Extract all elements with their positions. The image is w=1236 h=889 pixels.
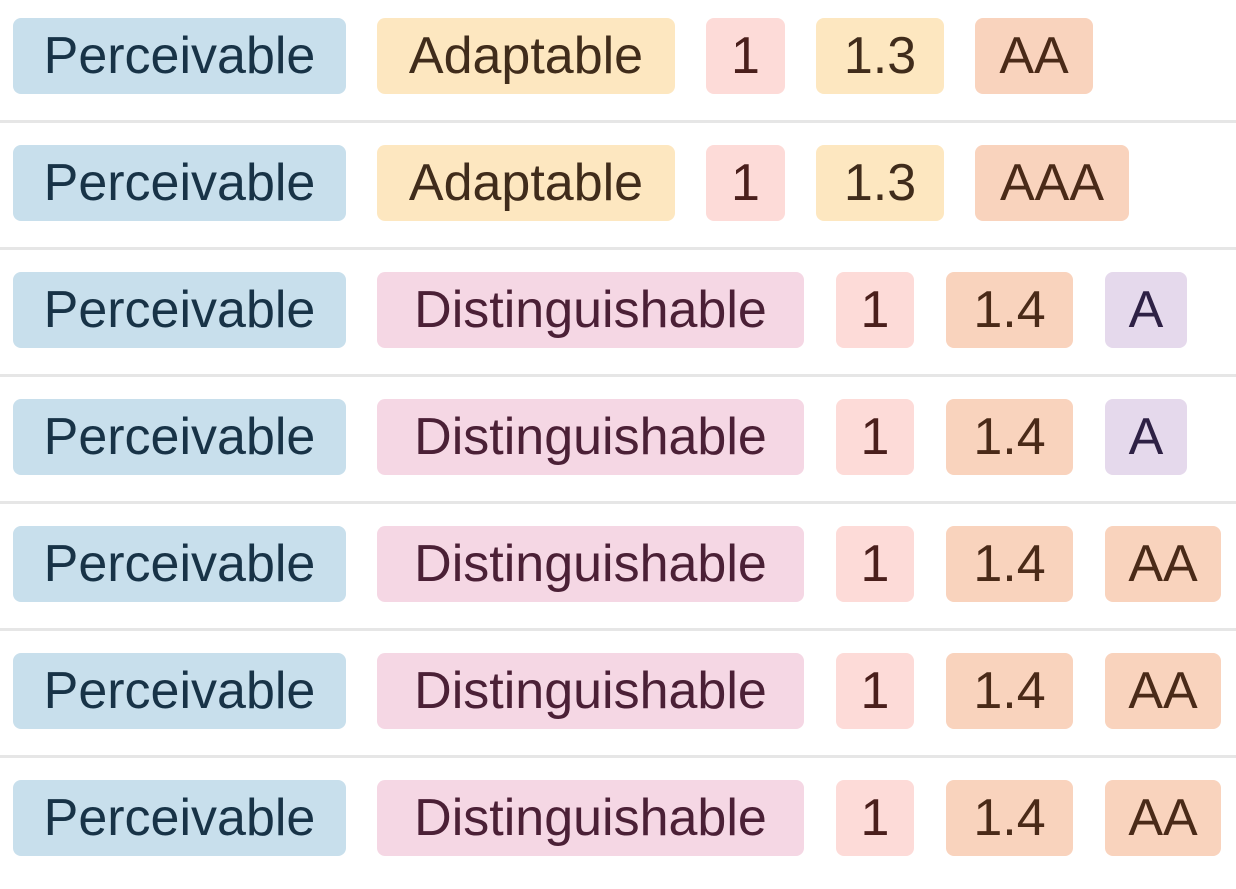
guideline-number-tag[interactable]: 1.4: [946, 653, 1073, 729]
guideline-tag[interactable]: Adaptable: [377, 18, 675, 94]
guideline-tag[interactable]: Distinguishable: [377, 272, 804, 348]
principle-tag[interactable]: Perceivable: [13, 653, 346, 729]
table-row[interactable]: Perceivable Distinguishable 1 1.4 AA: [0, 755, 1236, 889]
level-tag[interactable]: AA: [975, 18, 1093, 94]
guideline-number-tag[interactable]: 1.4: [946, 272, 1073, 348]
level-tag[interactable]: AAA: [975, 145, 1129, 221]
principle-number-tag[interactable]: 1: [706, 18, 785, 94]
guideline-number-tag[interactable]: 1.4: [946, 399, 1073, 475]
guideline-tag[interactable]: Distinguishable: [377, 780, 804, 856]
guideline-number-tag[interactable]: 1.3: [816, 145, 944, 221]
guideline-number-tag[interactable]: 1.4: [946, 780, 1073, 856]
principle-number-tag[interactable]: 1: [836, 780, 914, 856]
principle-tag[interactable]: Perceivable: [13, 526, 346, 602]
level-tag[interactable]: AA: [1105, 526, 1221, 602]
principle-tag[interactable]: Perceivable: [13, 399, 346, 475]
level-tag[interactable]: A: [1105, 399, 1187, 475]
principle-tag[interactable]: Perceivable: [13, 780, 346, 856]
table-row[interactable]: Perceivable Distinguishable 1 1.4 AA: [0, 501, 1236, 635]
principle-number-tag[interactable]: 1: [836, 272, 914, 348]
table-row[interactable]: Perceivable Adaptable 1 1.3 AA: [0, 0, 1236, 127]
level-tag[interactable]: AA: [1105, 653, 1221, 729]
table-row[interactable]: Perceivable Distinguishable 1 1.4 AA: [0, 628, 1236, 762]
principle-number-tag[interactable]: 1: [836, 653, 914, 729]
principle-number-tag[interactable]: 1: [836, 526, 914, 602]
principle-number-tag[interactable]: 1: [836, 399, 914, 475]
tag-table: Perceivable Adaptable 1 1.3 AA Perceivab…: [0, 0, 1236, 889]
principle-tag[interactable]: Perceivable: [13, 18, 346, 94]
guideline-tag[interactable]: Distinguishable: [377, 526, 804, 602]
guideline-number-tag[interactable]: 1.3: [816, 18, 944, 94]
principle-tag[interactable]: Perceivable: [13, 145, 346, 221]
table-row[interactable]: Perceivable Distinguishable 1 1.4 A: [0, 374, 1236, 508]
guideline-tag[interactable]: Adaptable: [377, 145, 675, 221]
level-tag[interactable]: A: [1105, 272, 1187, 348]
table-row[interactable]: Perceivable Adaptable 1 1.3 AAA: [0, 120, 1236, 254]
principle-number-tag[interactable]: 1: [706, 145, 785, 221]
principle-tag[interactable]: Perceivable: [13, 272, 346, 348]
guideline-number-tag[interactable]: 1.4: [946, 526, 1073, 602]
guideline-tag[interactable]: Distinguishable: [377, 399, 804, 475]
guideline-tag[interactable]: Distinguishable: [377, 653, 804, 729]
level-tag[interactable]: AA: [1105, 780, 1221, 856]
table-row[interactable]: Perceivable Distinguishable 1 1.4 A: [0, 247, 1236, 381]
